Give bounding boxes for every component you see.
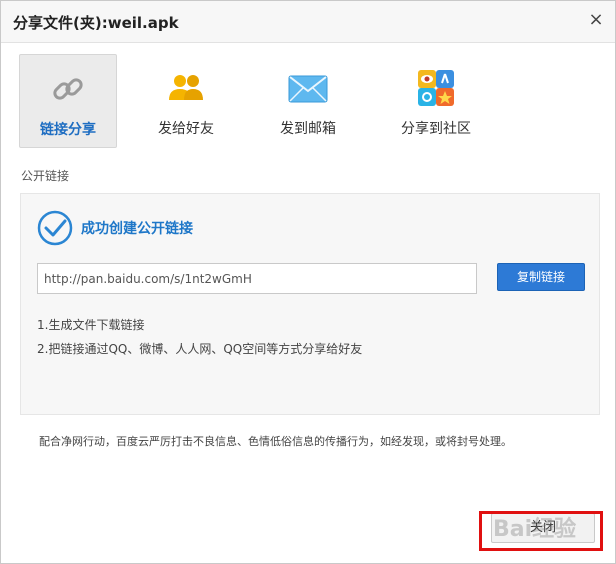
dialog-titlebar: 分享文件(夹):weil.apk × <box>1 1 615 43</box>
tab-link-share[interactable]: 链接分享 <box>19 54 117 148</box>
share-tabs: 链接分享 发给好友 发到邮箱 分享到社区 <box>19 54 599 148</box>
share-dialog: 分享文件(夹):weil.apk × 链接分享 发给好友 发到邮箱 分享到社区 … <box>0 0 616 564</box>
mail-icon <box>288 75 328 103</box>
share-link-input[interactable] <box>37 263 477 294</box>
check-circle-icon <box>37 210 73 246</box>
tab-send-friends[interactable]: 发给好友 <box>137 54 235 148</box>
tip-text: 2.把链接通过QQ、微博、人人网、QQ空间等方式分享给好友 <box>37 342 363 356</box>
copy-link-button[interactable]: 复制链接 <box>497 263 585 291</box>
tip-text: 1.生成文件下载链接 <box>37 318 145 332</box>
success-message: 成功创建公开链接 <box>81 221 193 237</box>
section-label: 公开链接 <box>21 169 70 183</box>
community-icon <box>418 70 454 106</box>
public-link-panel: 成功创建公开链接 复制链接 1.生成文件下载链接 2.把链接通过QQ、微博、人人… <box>20 193 600 415</box>
tab-label: 发到邮箱 <box>280 121 336 137</box>
close-icon[interactable]: × <box>587 11 605 29</box>
tab-label: 发给好友 <box>158 121 214 137</box>
policy-notice: 配合净网行动，百度云严厉打击不良信息、色情低俗信息的传播行为，如经发现，或将封号… <box>39 435 512 448</box>
tab-label: 链接分享 <box>40 122 96 138</box>
tab-label: 分享到社区 <box>401 121 471 137</box>
tab-send-email[interactable]: 发到邮箱 <box>259 54 357 148</box>
watermark-logo: Bai经验 <box>493 517 577 542</box>
tab-share-community[interactable]: 分享到社区 <box>381 54 491 148</box>
link-icon <box>53 78 83 100</box>
dialog-title: 分享文件(夹):weil.apk <box>13 14 179 32</box>
friends-icon <box>169 75 203 100</box>
